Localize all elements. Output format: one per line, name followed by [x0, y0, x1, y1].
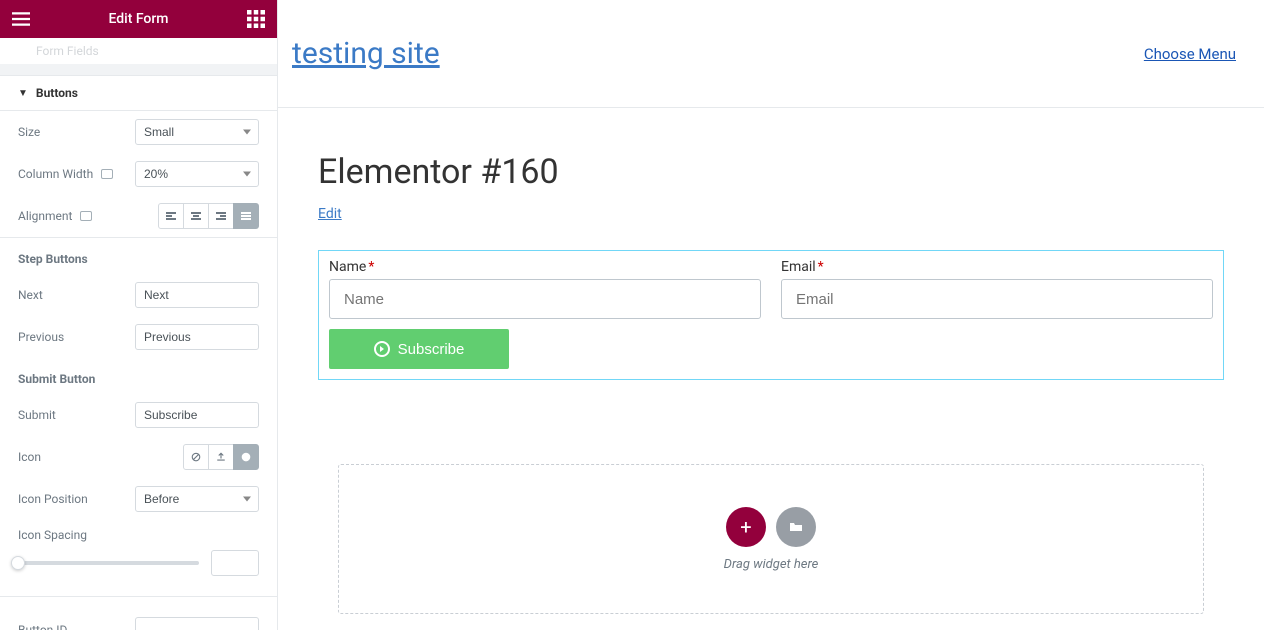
template-library-button[interactable]	[776, 507, 816, 547]
email-field-label: Email*	[781, 259, 1213, 275]
control-column-width: Column Width	[0, 153, 277, 195]
widget-dropzone[interactable]: + Drag widget here	[338, 464, 1204, 614]
align-left-button[interactable]	[158, 203, 184, 229]
icon-upload-button[interactable]	[208, 444, 234, 470]
grid-icon[interactable]	[247, 10, 265, 28]
section-buttons-toggle[interactable]: ▼ Buttons	[0, 76, 277, 111]
slider-thumb[interactable]	[11, 556, 25, 570]
section-form-fields-partial[interactable]: Form Fields	[0, 38, 277, 64]
submit-input[interactable]	[135, 402, 259, 428]
preview-canvas: testing site Choose Menu Elementor #160 …	[278, 0, 1264, 630]
next-input[interactable]	[135, 282, 259, 308]
icon-spacing-value[interactable]	[211, 550, 259, 576]
page-title: Elementor #160	[318, 152, 1224, 192]
colwidth-select-wrap	[135, 161, 259, 187]
column-width-select[interactable]	[135, 161, 259, 187]
control-alignment: Alignment	[0, 195, 277, 237]
form-widget[interactable]: Name* Email* Subscribe	[318, 250, 1224, 380]
hamburger-icon[interactable]	[12, 10, 30, 28]
icon-library-button[interactable]	[233, 444, 259, 470]
choose-menu-link[interactable]: Choose Menu	[1144, 45, 1236, 63]
icon-label: Icon	[18, 450, 173, 464]
column-width-label: Column Width	[18, 167, 125, 181]
button-id-label: Button ID	[18, 623, 125, 630]
size-select-wrap	[135, 119, 259, 145]
email-input[interactable]	[781, 279, 1213, 319]
circle-arrow-icon	[374, 341, 390, 357]
icon-position-label: Icon Position	[18, 492, 125, 506]
section-divider	[0, 64, 277, 76]
control-icon-position: Icon Position	[0, 478, 277, 520]
control-size: Size	[0, 111, 277, 153]
submit-button-heading: Submit Button	[0, 358, 277, 394]
dropzone-icons: +	[726, 507, 816, 547]
panel-title: Edit Form	[30, 11, 247, 27]
icon-spacing-label: Icon Spacing	[0, 520, 277, 542]
subscribe-button[interactable]: Subscribe	[329, 329, 509, 369]
control-icon: Icon	[0, 436, 277, 478]
control-previous: Previous	[0, 316, 277, 358]
field-email: Email*	[781, 259, 1213, 319]
page-content: Elementor #160 Edit Name* Email* Subscri…	[278, 108, 1264, 614]
size-label: Size	[18, 125, 125, 139]
site-title-link[interactable]: testing site	[292, 36, 440, 71]
control-submit: Submit	[0, 394, 277, 436]
control-icon-spacing	[0, 542, 277, 584]
previous-input[interactable]	[135, 324, 259, 350]
panel-scroll[interactable]: Form Fields ▼ Buttons Size Column Width	[0, 38, 277, 630]
responsive-icon[interactable]	[80, 211, 92, 221]
required-asterisk: *	[368, 259, 374, 275]
field-name: Name*	[329, 259, 761, 319]
control-next: Next	[0, 274, 277, 316]
align-justify-button[interactable]	[233, 203, 259, 229]
name-field-label: Name*	[329, 259, 761, 275]
size-select[interactable]	[135, 119, 259, 145]
align-center-button[interactable]	[183, 203, 209, 229]
next-label: Next	[18, 288, 125, 302]
dropzone-inner: + Drag widget here	[724, 507, 819, 572]
icon-spacing-slider[interactable]	[18, 561, 199, 565]
subscribe-wrap: Subscribe	[329, 329, 1213, 369]
site-header: testing site Choose Menu	[278, 0, 1264, 108]
add-widget-button[interactable]: +	[726, 507, 766, 547]
responsive-icon[interactable]	[101, 169, 113, 179]
align-right-button[interactable]	[208, 203, 234, 229]
previous-label: Previous	[18, 330, 125, 344]
step-buttons-heading: Step Buttons	[0, 238, 277, 274]
edit-link[interactable]: Edit	[318, 206, 342, 222]
panel-header: Edit Form	[0, 0, 277, 38]
control-button-id: Button ID	[0, 609, 277, 630]
name-input[interactable]	[329, 279, 761, 319]
icon-group	[183, 444, 259, 470]
alignment-group	[158, 203, 259, 229]
editor-panel: Edit Form Form Fields ▼ Buttons Size Col…	[0, 0, 278, 630]
caret-down-icon: ▼	[18, 88, 28, 99]
submit-label: Submit	[18, 408, 125, 422]
alignment-label: Alignment	[18, 209, 148, 223]
dropzone-text: Drag widget here	[724, 557, 819, 572]
button-id-input[interactable]	[135, 617, 259, 630]
hr	[0, 596, 277, 597]
icon-none-button[interactable]	[183, 444, 209, 470]
icon-position-select[interactable]	[135, 486, 259, 512]
required-asterisk: *	[818, 259, 824, 275]
